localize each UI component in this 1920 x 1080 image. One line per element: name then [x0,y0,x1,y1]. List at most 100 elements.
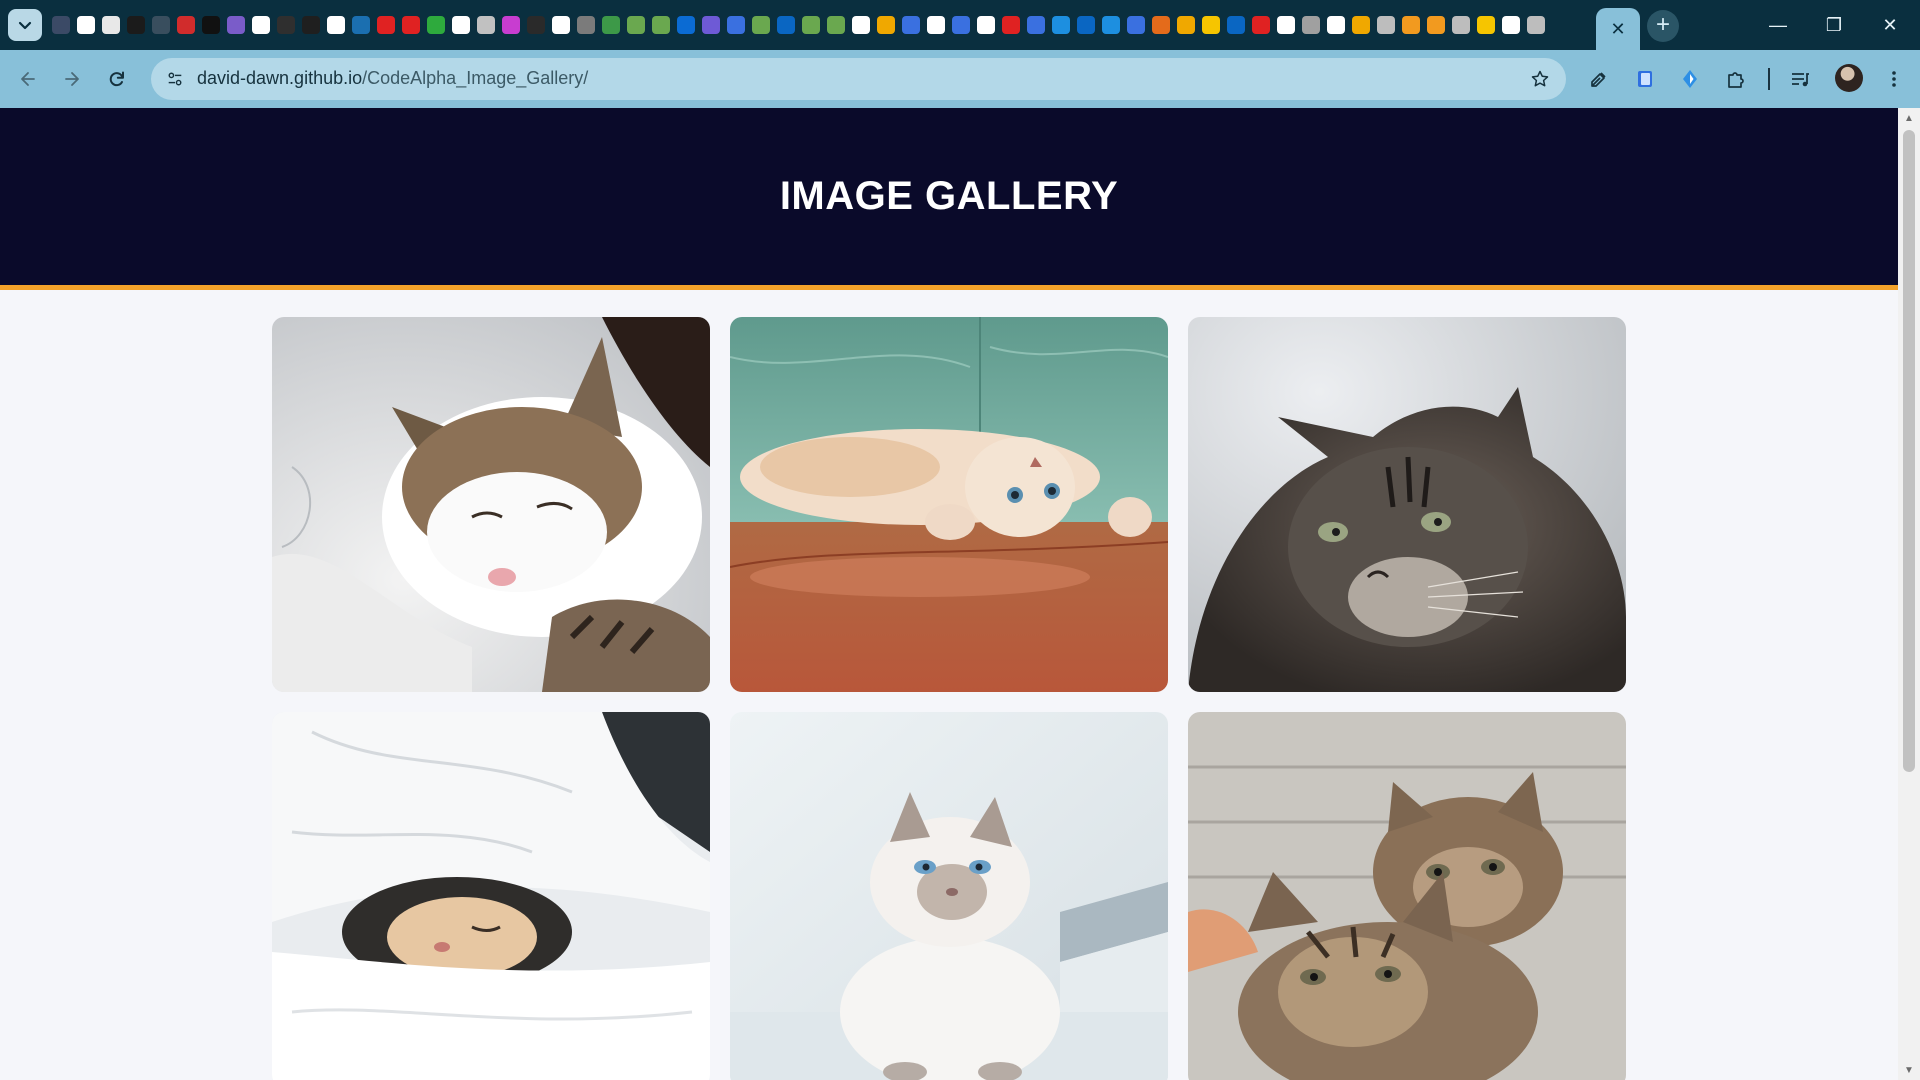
pinned-tab-favicon-icon[interactable] [198,11,223,39]
pinned-tab-favicon-icon[interactable] [1023,11,1048,39]
pinned-tab-favicon-icon[interactable] [298,11,323,39]
reload-button[interactable] [101,63,133,95]
url-path: /CodeAlpha_Image_Gallery/ [362,68,589,88]
pinned-tab-favicon-icon[interactable] [723,11,748,39]
gallery-image-kitten-under-duvet[interactable] [272,712,710,1080]
browser-toolbar: david-dawn.github.io/CodeAlpha_Image_Gal… [0,50,1920,108]
url-text[interactable]: david-dawn.github.io/CodeAlpha_Image_Gal… [197,68,588,89]
vpn-extension-icon[interactable] [1676,65,1704,93]
gallery-image-two-kittens[interactable] [1188,712,1626,1080]
pinned-tab-favicon-icon[interactable] [1398,11,1423,39]
pinned-tab-favicon-icon[interactable] [923,11,948,39]
pinned-tab-favicon-icon[interactable] [823,11,848,39]
pinned-tab-favicon-icon[interactable] [348,11,373,39]
pinned-tab-favicon-icon[interactable] [498,11,523,39]
pinned-tab-favicon-icon[interactable] [448,11,473,39]
pinned-tab-favicon-icon[interactable] [898,11,923,39]
address-bar[interactable]: david-dawn.github.io/CodeAlpha_Image_Gal… [151,58,1566,100]
pinned-tabs [48,11,1548,39]
pinned-tab-favicon-icon[interactable] [48,11,73,39]
eyedropper-extension-icon[interactable] [1585,65,1613,93]
profile-avatar[interactable] [1835,64,1863,92]
pinned-tab-favicon-icon[interactable] [148,11,173,39]
pinned-tab-favicon-icon[interactable] [1148,11,1173,39]
pinned-tab-favicon-icon[interactable] [1248,11,1273,39]
pinned-tab-favicon-icon[interactable] [1198,11,1223,39]
gallery-image-upside-down-kitten[interactable] [730,317,1168,692]
pinned-tab-favicon-icon[interactable] [973,11,998,39]
reader-extension-icon[interactable] [1631,65,1659,93]
scroll-up-arrow-icon[interactable]: ▲ [1903,112,1915,124]
pinned-tab-favicon-icon[interactable] [998,11,1023,39]
pinned-tab-favicon-icon[interactable] [773,11,798,39]
pinned-tab-favicon-icon[interactable] [1498,11,1523,39]
pinned-tab-favicon-icon[interactable] [1298,11,1323,39]
pinned-tab-favicon-icon[interactable] [248,11,273,39]
close-window-button[interactable]: ✕ [1862,0,1918,50]
pinned-tab-favicon-icon[interactable] [1173,11,1198,39]
gallery-header: IMAGE GALLERY [0,108,1898,290]
scroll-thumb[interactable] [1903,130,1915,772]
forward-button[interactable] [56,63,88,95]
pinned-tab-favicon-icon[interactable] [598,11,623,39]
pinned-tab-favicon-icon[interactable] [373,11,398,39]
pinned-tab-favicon-icon[interactable] [323,11,348,39]
pinned-tab-favicon-icon[interactable] [98,11,123,39]
pinned-tab-favicon-icon[interactable] [223,11,248,39]
page-title: IMAGE GALLERY [779,174,1119,218]
pinned-tab-favicon-icon[interactable] [548,11,573,39]
pinned-tab-favicon-icon[interactable] [748,11,773,39]
gallery-image-sleeping-cat[interactable] [272,317,710,692]
pinned-tab-favicon-icon[interactable] [698,11,723,39]
pinned-tab-favicon-icon[interactable] [1323,11,1348,39]
pinned-tab-favicon-icon[interactable] [648,11,673,39]
pinned-tab-favicon-icon[interactable] [798,11,823,39]
pinned-tab-favicon-icon[interactable] [873,11,898,39]
bookmark-star-icon[interactable] [1528,67,1552,91]
pinned-tab-favicon-icon[interactable] [573,11,598,39]
pinned-tab-favicon-icon[interactable] [1373,11,1398,39]
pinned-tab-favicon-icon[interactable] [1273,11,1298,39]
pinned-tab-favicon-icon[interactable] [1123,11,1148,39]
site-info-icon[interactable] [163,67,187,91]
gallery-image-white-kitten[interactable] [730,712,1168,1080]
extensions-puzzle-icon[interactable] [1721,65,1749,93]
pinned-tab-favicon-icon[interactable] [948,11,973,39]
pinned-tab-favicon-icon[interactable] [423,11,448,39]
pinned-tab-favicon-icon[interactable] [1423,11,1448,39]
pinned-tab-favicon-icon[interactable] [473,11,498,39]
minimize-button[interactable]: — [1750,0,1806,50]
tab-close-icon[interactable]: ✕ [1610,20,1625,38]
pinned-tab-favicon-icon[interactable] [673,11,698,39]
kebab-menu-icon[interactable] [1880,65,1908,93]
pinned-tab-favicon-icon[interactable] [1448,11,1473,39]
pinned-tab-favicon-icon[interactable] [1523,11,1548,39]
page-scrollbar[interactable]: ▲ ▼ [1898,108,1920,1080]
pinned-tab-favicon-icon[interactable] [123,11,148,39]
pinned-tab-favicon-icon[interactable] [1473,11,1498,39]
pinned-tab-favicon-icon[interactable] [523,11,548,39]
new-tab-button[interactable]: + [1647,10,1679,42]
pinned-tab-favicon-icon[interactable] [1048,11,1073,39]
pinned-tab-favicon-icon[interactable] [73,11,98,39]
active-tab[interactable]: ✕ [1596,8,1640,50]
pinned-tab-favicon-icon[interactable] [623,11,648,39]
pinned-tab-favicon-icon[interactable] [273,11,298,39]
web-page: IMAGE GALLERY [0,108,1898,1080]
pinned-tab-favicon-icon[interactable] [1073,11,1098,39]
pinned-tab-favicon-icon[interactable] [848,11,873,39]
pinned-tab-favicon-icon[interactable] [1223,11,1248,39]
scroll-down-arrow-icon[interactable]: ▼ [1903,1064,1915,1076]
back-button[interactable] [12,63,44,95]
pinned-tab-favicon-icon[interactable] [1098,11,1123,39]
pinned-tab-favicon-icon[interactable] [173,11,198,39]
pinned-tab-favicon-icon[interactable] [1348,11,1373,39]
reload-icon [109,71,124,87]
restore-button[interactable]: ❐ [1806,0,1862,50]
gallery-image-tabby-cat[interactable] [1188,317,1626,692]
media-controls-icon[interactable] [1786,65,1814,93]
chevron-down-icon [18,21,32,30]
tab-strip: ✕ + — ❐ ✕ [0,0,1920,50]
tab-search-button[interactable] [8,9,42,41]
pinned-tab-favicon-icon[interactable] [398,11,423,39]
